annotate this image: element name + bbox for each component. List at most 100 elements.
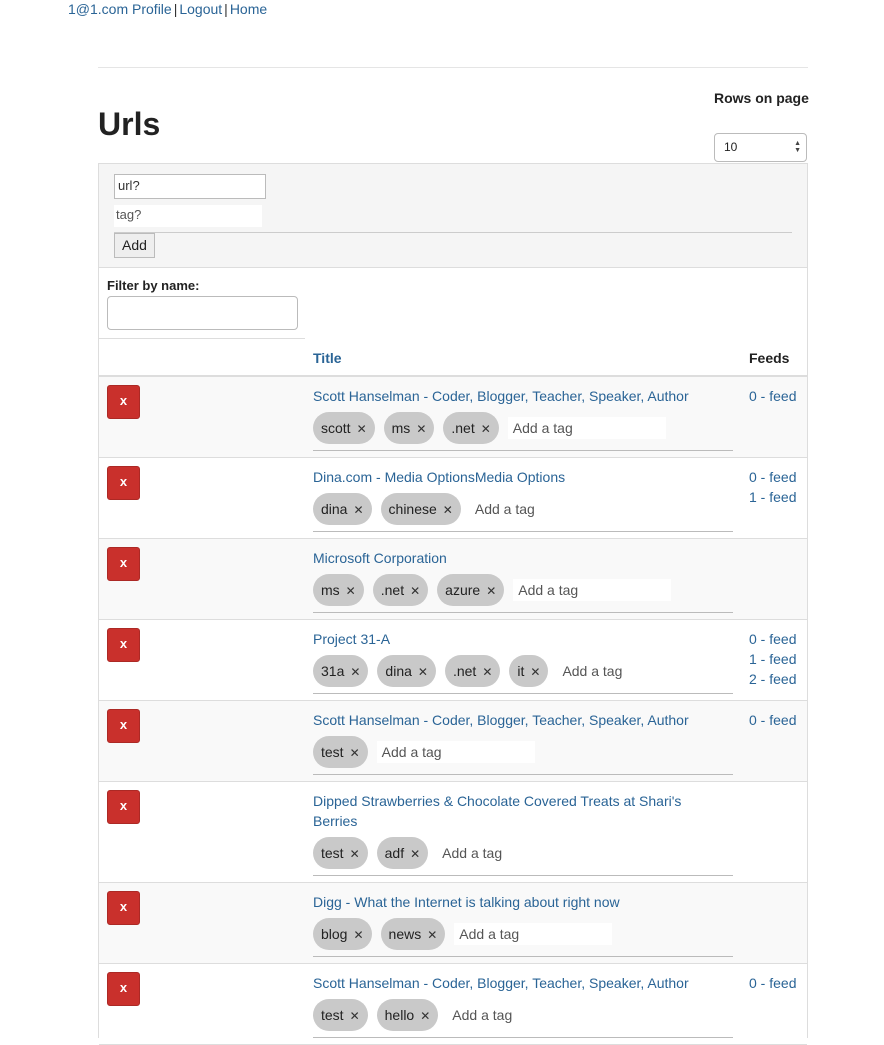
feed-link[interactable]: 0 - feed bbox=[749, 467, 796, 487]
url-title-link[interactable]: Scott Hanselman - Coder, Blogger, Teache… bbox=[313, 973, 703, 993]
tag-input-underline bbox=[313, 450, 733, 451]
nav-separator: | bbox=[224, 1, 228, 17]
delete-url-button[interactable]: x bbox=[107, 547, 140, 581]
delete-url-button[interactable]: x bbox=[107, 972, 140, 1006]
url-title-link[interactable]: Project 31-A bbox=[313, 629, 703, 649]
url-title-link[interactable]: Microsoft Corporation bbox=[313, 548, 703, 568]
tag-list: test ✕ hello ✕ Add a tag bbox=[313, 999, 538, 1031]
delete-url-button[interactable]: x bbox=[107, 466, 140, 500]
feed-link[interactable]: 2 - feed bbox=[749, 669, 796, 689]
profile-link[interactable]: 1@1.com Profile bbox=[68, 1, 172, 17]
table-row: x Digg - What the Internet is talking abo… bbox=[99, 883, 807, 964]
rows-per-page-value: 10 bbox=[724, 140, 738, 154]
delete-url-button[interactable]: x bbox=[107, 628, 140, 662]
tag-list: scott ✕ ms ✕ .net ✕ Add a tag bbox=[313, 412, 666, 444]
tag-remove-icon[interactable]: ✕ bbox=[418, 665, 428, 679]
add-button[interactable]: Add bbox=[114, 233, 155, 258]
tag-chip: chinese ✕ bbox=[380, 493, 461, 525]
feed-link[interactable]: 0 - feed bbox=[749, 386, 796, 406]
tag-chip: .net ✕ bbox=[443, 412, 499, 444]
rows-on-page-label: Rows on page bbox=[714, 90, 809, 106]
tag-remove-icon[interactable]: ✕ bbox=[530, 665, 540, 679]
add-tag-input[interactable]: Add a tag bbox=[447, 1004, 538, 1026]
tag-label: .net bbox=[380, 582, 405, 598]
tag-chip: blog ✕ bbox=[313, 918, 372, 950]
tag-remove-icon[interactable]: ✕ bbox=[350, 847, 360, 861]
url-table: x Scott Hanselman - Coder, Blogger, Teach… bbox=[99, 377, 807, 1045]
tag-input-underline bbox=[313, 956, 733, 957]
table-row: x Dipped Strawberries & Chocolate Covere… bbox=[99, 782, 807, 883]
tag-remove-icon[interactable]: ✕ bbox=[350, 665, 360, 679]
add-tag-input[interactable]: Add a tag bbox=[557, 660, 648, 682]
add-tag-input[interactable]: Add a tag bbox=[454, 923, 613, 945]
title-column-header[interactable]: Title bbox=[313, 350, 342, 366]
home-link[interactable]: Home bbox=[230, 1, 267, 17]
url-title-link[interactable]: Dina.com - Media OptionsMedia Options bbox=[313, 467, 703, 487]
header-divider-left bbox=[99, 338, 305, 339]
tag-remove-icon[interactable]: ✕ bbox=[410, 584, 420, 598]
add-tag-input[interactable]: Add a tag bbox=[513, 579, 672, 601]
feeds-column-header: Feeds bbox=[749, 350, 790, 366]
add-url-form: url? tag? Add bbox=[99, 163, 807, 268]
tag-label: hello bbox=[384, 1007, 415, 1023]
feed-link[interactable]: 1 - feed bbox=[749, 649, 796, 669]
tag-chip: azure ✕ bbox=[437, 574, 505, 606]
delete-url-button[interactable]: x bbox=[107, 385, 140, 419]
tag-chip: dina ✕ bbox=[377, 655, 436, 687]
tag-remove-icon[interactable]: ✕ bbox=[346, 584, 356, 598]
delete-url-button[interactable]: x bbox=[107, 709, 140, 743]
tag-chip: 31a ✕ bbox=[313, 655, 369, 687]
tag-remove-icon[interactable]: ✕ bbox=[443, 503, 453, 517]
feed-list: 0 - feed bbox=[749, 710, 796, 730]
filter-input[interactable] bbox=[107, 296, 298, 330]
tag-remove-icon[interactable]: ✕ bbox=[420, 1009, 430, 1023]
tag-input[interactable]: tag? bbox=[114, 205, 262, 227]
tag-chip: scott ✕ bbox=[313, 412, 375, 444]
feed-link[interactable]: 0 - feed bbox=[749, 710, 796, 730]
tag-remove-icon[interactable]: ✕ bbox=[410, 847, 420, 861]
tag-remove-icon[interactable]: ✕ bbox=[353, 928, 363, 942]
add-tag-input[interactable]: Add a tag bbox=[376, 741, 535, 763]
tag-chip: .net ✕ bbox=[372, 574, 429, 606]
tag-remove-icon[interactable]: ✕ bbox=[357, 422, 367, 436]
add-tag-input[interactable]: Add a tag bbox=[469, 498, 560, 520]
add-tag-input[interactable]: Add a tag bbox=[507, 417, 666, 439]
rows-per-page-select[interactable]: 10 ▲ ▼ bbox=[714, 133, 807, 162]
url-input[interactable]: url? bbox=[114, 174, 266, 199]
tag-remove-icon[interactable]: ✕ bbox=[353, 503, 363, 517]
tag-remove-icon[interactable]: ✕ bbox=[427, 928, 437, 942]
tag-remove-icon[interactable]: ✕ bbox=[486, 584, 496, 598]
tag-label: ms bbox=[391, 420, 411, 436]
tag-remove-icon[interactable]: ✕ bbox=[416, 422, 426, 436]
add-tag-input[interactable]: Add a tag bbox=[437, 842, 528, 864]
tag-remove-icon[interactable]: ✕ bbox=[481, 422, 491, 436]
feed-list: 0 - feed bbox=[749, 973, 796, 993]
url-title-link[interactable]: Dipped Strawberries & Chocolate Covered … bbox=[313, 791, 703, 831]
feed-link[interactable]: 0 - feed bbox=[749, 629, 796, 649]
tag-label: azure bbox=[445, 582, 481, 598]
tag-label: it bbox=[517, 663, 525, 679]
tag-label: news bbox=[388, 926, 422, 942]
tag-label: dina bbox=[385, 663, 412, 679]
url-title-link[interactable]: Scott Hanselman - Coder, Blogger, Teache… bbox=[313, 710, 703, 730]
url-title-link[interactable]: Digg - What the Internet is talking abou… bbox=[313, 892, 703, 912]
logout-link[interactable]: Logout bbox=[179, 1, 222, 17]
tag-input-underline bbox=[313, 693, 733, 694]
tag-label: 31a bbox=[321, 663, 345, 679]
delete-url-button[interactable]: x bbox=[107, 790, 140, 824]
delete-url-button[interactable]: x bbox=[107, 891, 140, 925]
feed-link[interactable]: 1 - feed bbox=[749, 487, 796, 507]
tag-remove-icon[interactable]: ✕ bbox=[350, 1009, 360, 1023]
tag-remove-icon[interactable]: ✕ bbox=[482, 665, 492, 679]
tag-label: .net bbox=[451, 420, 475, 436]
table-row: x Dina.com - Media OptionsMedia Options di… bbox=[99, 458, 807, 539]
feed-link[interactable]: 0 - feed bbox=[749, 973, 796, 993]
table-row: x Microsoft Corporation ms ✕ .net ✕ azure ✕ Add … bbox=[99, 539, 807, 620]
tag-label: chinese bbox=[388, 501, 437, 517]
feed-list: 0 - feed 1 - feed 2 - feed bbox=[749, 629, 796, 689]
tag-chip: adf ✕ bbox=[376, 837, 429, 869]
tag-chip: ms ✕ bbox=[383, 412, 435, 444]
tag-remove-icon[interactable]: ✕ bbox=[350, 746, 360, 760]
urls-panel: url? tag? Add Filter by name: Title Feed… bbox=[98, 163, 808, 1045]
url-title-link[interactable]: Scott Hanselman - Coder, Blogger, Teache… bbox=[313, 386, 703, 406]
